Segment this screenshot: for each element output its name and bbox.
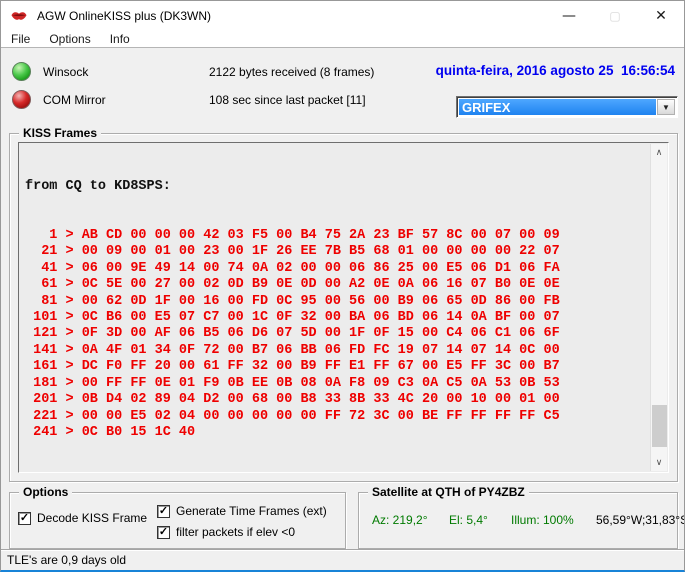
- hex-line: 181 > 00 FF FF 0E 01 F9 0B EE 0B 08 0A F…: [25, 375, 560, 391]
- illumination-value: Illum: 100%: [511, 513, 574, 527]
- minimize-button[interactable]: —: [546, 1, 592, 31]
- scroll-up-icon[interactable]: ∧: [651, 144, 667, 161]
- hex-line: 101 > 0C B6 00 E5 07 C7 00 1C 0F 32 00 B…: [25, 310, 560, 326]
- app-window: AGW OnlineKISS plus (DK3WN) — ▢ ✕ File O…: [0, 0, 685, 572]
- hex-line: 61 > 0C 5E 00 27 00 02 0D B9 0E 0D 00 A2…: [25, 277, 560, 293]
- kiss-frames-content: from CQ to KD8SPS: 1 > AB CD 00 00 00 42…: [19, 143, 650, 472]
- checkbox-filter-packets[interactable]: ✓ filter packets if elev <0: [157, 525, 295, 539]
- checkbox-decode-kiss-frame[interactable]: ✓ Decode KISS Frame: [18, 511, 147, 525]
- status-bar: TLE's are 0,9 days old: [1, 549, 684, 570]
- vertical-scrollbar[interactable]: ∧ ∨: [650, 144, 667, 471]
- options-group: Options ✓ Decode KISS Frame ✓ Generate T…: [9, 485, 346, 549]
- options-group-label: Options: [19, 485, 73, 499]
- checkbox-label: Decode KISS Frame: [37, 511, 148, 525]
- checkbox-check-icon[interactable]: ✓: [18, 511, 31, 525]
- checkbox-label: Generate Time Frames (ext): [176, 504, 327, 518]
- maximize-button: ▢: [609, 9, 621, 23]
- com-mirror-label: COM Mirror: [43, 93, 106, 107]
- status-bar-text: TLE's are 0,9 days old: [7, 553, 127, 567]
- satellite-group-label: Satellite at QTH of PY4ZBZ: [368, 485, 529, 499]
- last-packet-text: 108 sec since last packet [11]: [209, 93, 366, 107]
- window-title: AGW OnlineKISS plus (DK3WN): [37, 9, 212, 23]
- hex-lines: 1 > AB CD 00 00 00 42 03 F5 00 B4 75 2A …: [25, 228, 650, 441]
- com-mirror-led-indicator: [12, 90, 31, 109]
- hex-line: 241 > 0C B0 15 1C 40: [25, 424, 196, 440]
- menu-file[interactable]: File: [11, 32, 30, 46]
- scrollbar-thumb[interactable]: [652, 405, 667, 447]
- titlebar: AGW OnlineKISS plus (DK3WN) — ▢ ✕: [1, 1, 684, 31]
- hex-line: 1 > AB CD 00 00 00 42 03 F5 00 B4 75 2A …: [25, 228, 560, 244]
- hex-line: 41 > 06 00 9E 49 14 00 74 0A 02 00 00 06…: [25, 260, 560, 276]
- kiss-frames-group-label: KISS Frames: [19, 126, 102, 140]
- menu-bar: File Options Info: [1, 31, 684, 48]
- scroll-down-icon[interactable]: ∨: [651, 454, 667, 471]
- app-lips-icon: [11, 12, 27, 20]
- hex-line: 221 > 00 00 E5 02 04 00 00 00 00 00 FF 7…: [25, 408, 560, 424]
- checkbox-generate-time-frames[interactable]: ✓ Generate Time Frames (ext): [157, 504, 327, 518]
- kiss-frames-group: KISS Frames from CQ to KD8SPS: 1 > AB CD…: [9, 126, 678, 482]
- menu-options[interactable]: Options: [49, 32, 90, 46]
- bytes-received-text: 2122 bytes received (8 frames): [209, 65, 375, 79]
- checkbox-label: filter packets if elev <0: [176, 525, 296, 539]
- winsock-label: Winsock: [43, 65, 89, 79]
- winsock-led-indicator: [12, 62, 31, 81]
- hex-line: 161 > DC F0 FF 20 00 61 FF 32 00 B9 FF E…: [25, 359, 560, 375]
- combo-dropdown-icon[interactable]: ▼: [657, 99, 675, 115]
- datetime-display: quinta-feira, 2016 agosto 25 16:56:54: [435, 63, 675, 78]
- qth-coordinates: 56,59°W;31,83°S: [596, 513, 685, 527]
- kiss-frames-textbox[interactable]: from CQ to KD8SPS: 1 > AB CD 00 00 00 42…: [18, 142, 669, 473]
- hex-line: 201 > 0B D4 02 89 04 D2 00 68 00 B8 33 8…: [25, 392, 560, 408]
- frame-header-line: from CQ to KD8SPS:: [25, 178, 171, 194]
- hex-line: 21 > 00 09 00 01 00 23 00 1F 26 EE 7B B5…: [25, 244, 560, 260]
- azimuth-value: Az: 219,2°: [372, 513, 428, 527]
- elevation-value: El: 5,4°: [449, 513, 488, 527]
- checkbox-check-icon[interactable]: ✓: [157, 525, 170, 539]
- menu-info[interactable]: Info: [110, 32, 130, 46]
- checkbox-check-icon[interactable]: ✓: [157, 504, 170, 518]
- hex-line: 141 > 0A 4F 01 34 0F 72 00 B7 06 BB 06 F…: [25, 342, 560, 358]
- close-button[interactable]: ✕: [638, 1, 684, 31]
- satellite-info-group: Satellite at QTH of PY4ZBZ Az: 219,2° El…: [358, 485, 684, 549]
- hex-line: 121 > 0F 3D 00 AF 06 B5 06 D6 07 5D 00 1…: [25, 326, 560, 342]
- satellite-select[interactable]: GRIFEX ▼: [456, 96, 678, 118]
- satellite-select-value[interactable]: GRIFEX: [459, 99, 656, 115]
- hex-line: 81 > 00 62 0D 1F 00 16 00 FD 0C 95 00 56…: [25, 293, 560, 309]
